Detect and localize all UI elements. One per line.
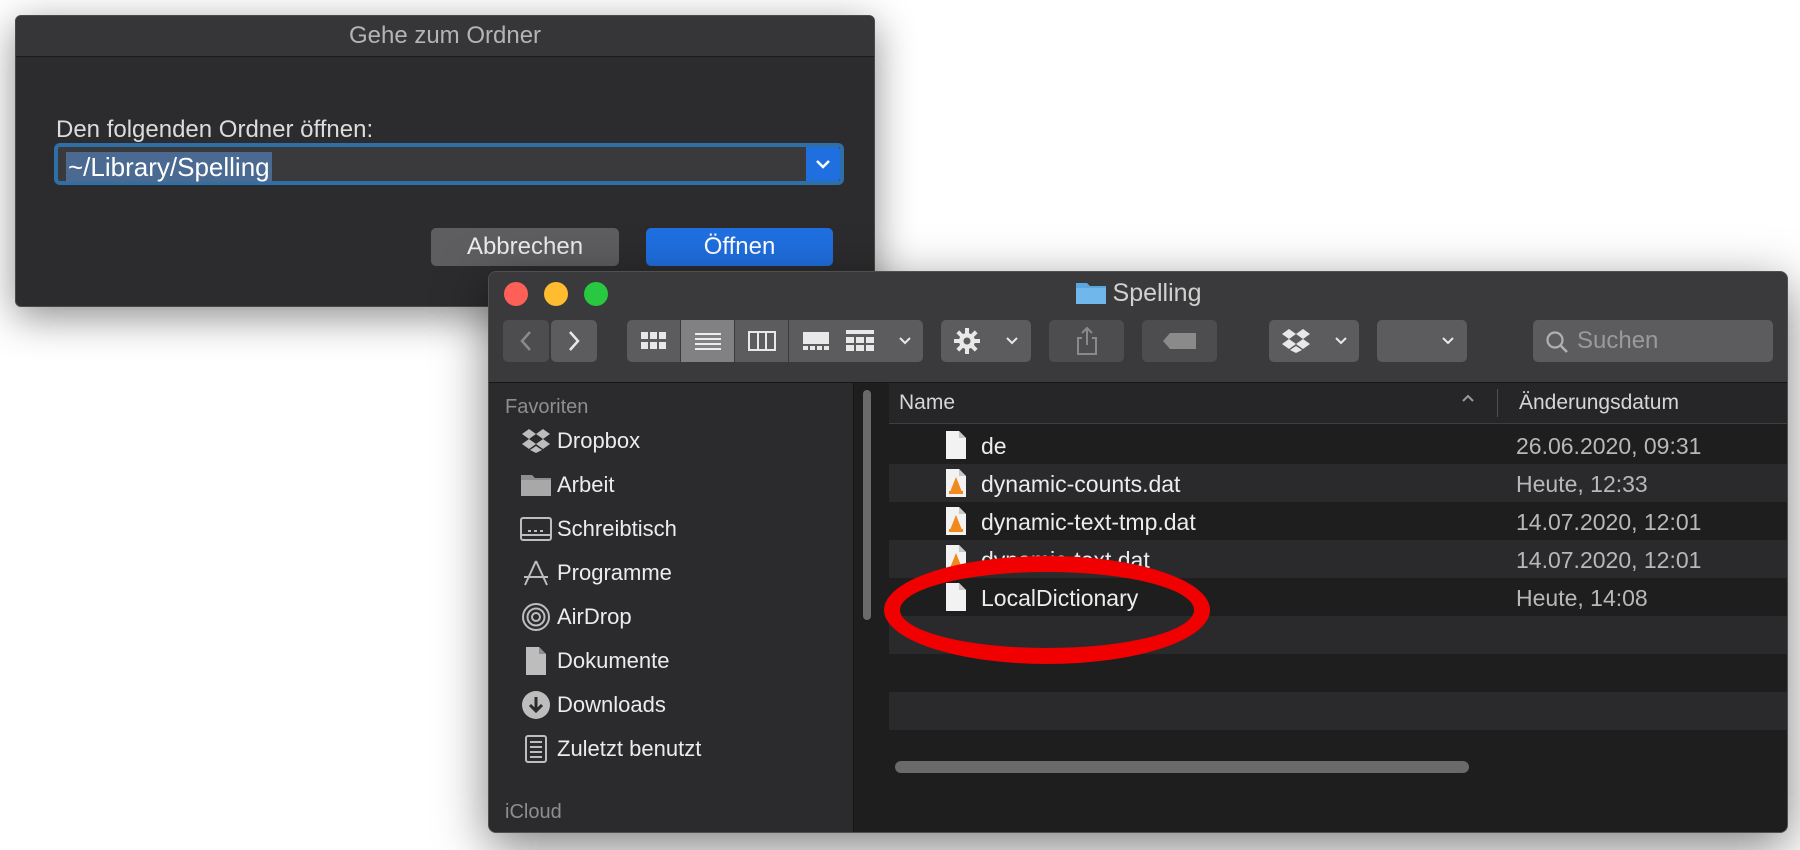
sort-ascending-icon [1462, 394, 1474, 402]
document-icon [946, 431, 966, 459]
folder-path-input[interactable]: ~/Library/Spelling [54, 143, 844, 185]
desktop-icon [519, 514, 553, 544]
sidebar-item-label: Dropbox [557, 428, 641, 453]
forward-button[interactable] [551, 320, 597, 362]
file-row[interactable]: dynamic-counts.dat Heute, 12:33 [889, 464, 1787, 502]
sidebar-item-label: AirDrop [557, 604, 632, 629]
chevron-down-icon [1006, 337, 1018, 345]
column-view-button[interactable] [735, 320, 789, 362]
path-history-dropdown-button[interactable] [806, 147, 840, 181]
dropbox-icon [1281, 329, 1310, 353]
share-icon [1076, 326, 1097, 355]
sidebar-item-label: Dokumente [557, 648, 670, 673]
file-date: Heute, 14:08 [1516, 585, 1648, 611]
sidebar-item-airdrop[interactable]: AirDrop [519, 599, 839, 635]
file-name: dynamic-counts.dat [981, 471, 1181, 497]
sidebar-item-label: Zuletzt benutzt [557, 736, 702, 761]
chevron-right-icon [569, 331, 580, 351]
view-mode-segmented-control [627, 320, 842, 362]
chevron-down-icon [1334, 337, 1347, 345]
sidebar-item-programme[interactable]: Programme [519, 555, 839, 591]
action-menu-button[interactable] [941, 320, 1031, 362]
file-row[interactable]: de 26.06.2020, 09:31 [889, 426, 1787, 464]
sidebar-item-zuletzt-benutzt[interactable]: Zuletzt benutzt [519, 731, 839, 767]
search-icon [1546, 331, 1568, 353]
finder-window: Spelling Suchen Favoriten Dropbox Arbeit… [488, 271, 1788, 833]
documents-icon [519, 646, 553, 676]
column-divider[interactable] [1497, 389, 1498, 417]
file-name: dynamic-text-tmp.dat [981, 509, 1196, 535]
search-placeholder: Suchen [1577, 327, 1659, 354]
dropbox-icon [519, 426, 553, 456]
vlc-file-icon [946, 507, 966, 535]
share-button[interactable] [1049, 320, 1124, 362]
gear-icon [954, 328, 980, 354]
sidebar-section-favorites: Favoriten [505, 396, 589, 418]
gallery-icon [802, 332, 829, 350]
sidebar-item-dokumente[interactable]: Dokumente [519, 643, 839, 679]
list-view-button[interactable] [681, 320, 735, 362]
window-title: Spelling [489, 279, 1787, 312]
sidebar-item-downloads[interactable]: Downloads [519, 687, 839, 723]
applications-icon [519, 558, 553, 588]
finder-toolbar: Spelling Suchen [489, 272, 1787, 383]
file-date: 14.07.2020, 12:01 [1516, 547, 1702, 573]
group-grid-icon [845, 330, 874, 351]
columns-icon [747, 331, 776, 351]
column-header-date[interactable]: Änderungsdatum [1519, 391, 1679, 415]
sidebar-item-label: Arbeit [557, 472, 615, 497]
vlc-file-icon [946, 469, 966, 497]
sidebar-item-arbeit[interactable]: Arbeit [519, 467, 839, 503]
back-button[interactable] [503, 320, 549, 362]
file-date: Heute, 12:33 [1516, 471, 1648, 497]
group-by-button[interactable] [833, 320, 923, 362]
folder-icon [1075, 279, 1107, 312]
file-list-header: Name Änderungsdatum [889, 383, 1787, 424]
icon-view-button[interactable] [627, 320, 681, 362]
highlight-annotation-ellipse [884, 556, 1210, 664]
tag-icon [1162, 333, 1196, 349]
file-date: 26.06.2020, 09:31 [1516, 433, 1702, 459]
chevron-down-icon [816, 160, 830, 169]
airdrop-icon [519, 602, 553, 632]
folder-path-value[interactable]: ~/Library/Spelling [66, 152, 272, 182]
list-icon [694, 333, 721, 350]
search-field[interactable]: Suchen [1533, 320, 1773, 362]
dialog-prompt: Den folgenden Ordner öffnen: [56, 116, 374, 143]
file-date: 14.07.2020, 12:01 [1516, 509, 1702, 535]
chevron-left-icon [520, 331, 531, 351]
go-to-folder-dialog: Gehe zum Ordner Den folgenden Ordner öff… [15, 15, 875, 307]
empty-row [889, 692, 1787, 730]
sidebar-item-label: Schreibtisch [557, 516, 677, 541]
sidebar-item-dropbox[interactable]: Dropbox [519, 423, 839, 459]
dropbox-menu-button[interactable] [1269, 320, 1359, 362]
sidebar-item-label: Downloads [557, 692, 666, 717]
sidebar-item-label: Programme [557, 560, 672, 585]
folder-icon [519, 470, 553, 500]
sidebar-item-schreibtisch[interactable]: Schreibtisch [519, 511, 839, 547]
chevron-down-icon [898, 337, 911, 345]
sidebar-section-icloud: iCloud [505, 801, 562, 823]
tags-button[interactable] [1142, 320, 1217, 362]
window-title-text: Spelling [1112, 279, 1202, 307]
horizontal-scrollbar[interactable] [895, 761, 1469, 773]
finder-sidebar: Favoriten Dropbox Arbeit Schreibtisch Pr… [489, 383, 854, 832]
dialog-title: Gehe zum Ordner [16, 16, 874, 57]
downloads-icon [519, 690, 553, 720]
grid-icon [640, 332, 666, 349]
file-name: de [981, 433, 1007, 459]
column-header-name[interactable]: Name [899, 391, 955, 415]
sidebar-scrollbar[interactable] [863, 390, 871, 620]
file-row[interactable]: dynamic-text-tmp.dat 14.07.2020, 12:01 [889, 502, 1787, 540]
extension-dropdown-button[interactable] [1377, 320, 1467, 362]
recents-icon [519, 734, 553, 764]
chevron-down-icon [1442, 337, 1454, 345]
cancel-button[interactable]: Abbrechen [431, 228, 619, 266]
open-button[interactable]: Öffnen [646, 228, 833, 266]
